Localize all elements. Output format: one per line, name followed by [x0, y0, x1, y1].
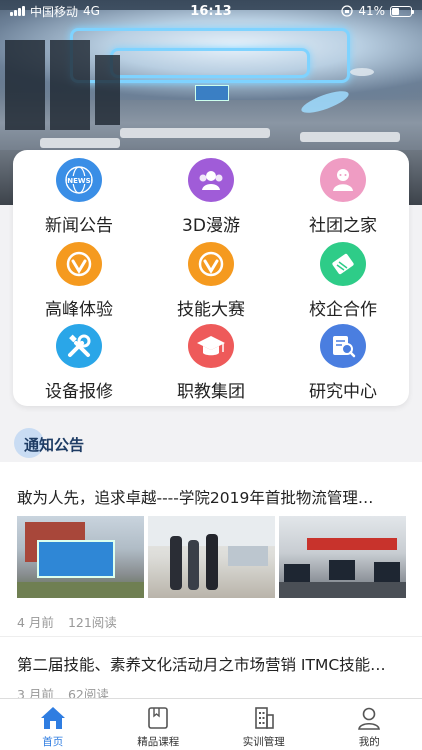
grid-item-6[interactable]: 校企合作: [277, 242, 409, 320]
grid-item-7[interactable]: 设备报修: [13, 324, 145, 402]
tab-label: 精品课程: [137, 736, 180, 748]
tab-courses[interactable]: 精品课程: [106, 699, 212, 750]
news-thumbnail[interactable]: [148, 516, 275, 598]
tab-label: 我的: [358, 736, 380, 748]
tab-bar: 首页 精品课程 实训管理 我的: [0, 698, 422, 750]
function-grid: NEWS 新闻公告 3D漫游 社团之家高峰体验 技能大赛 校企合作设备报修 职教集团 研究中心: [13, 150, 409, 406]
grid-item-label: 技能大赛: [177, 300, 245, 320]
tab-profile[interactable]: 我的: [317, 699, 422, 750]
grid-item-2[interactable]: 3D漫游: [145, 158, 277, 236]
grid-item-label: 职教集团: [177, 382, 245, 402]
status-bar: 中国移动 4G 16:13 41%: [0, 0, 422, 22]
news-meta: 3 月前 62阅读: [17, 684, 109, 698]
network-type: 4G: [83, 4, 100, 18]
grid-item-label: 社团之家: [309, 216, 377, 236]
news-thumbnail[interactable]: [279, 516, 406, 598]
contest-icon: [188, 242, 234, 286]
news-title[interactable]: 敢为人先，追求卓越----学院2019年首批物流管理…: [17, 486, 407, 508]
grid-item-label: 3D漫游: [182, 216, 240, 236]
news-read-count: 62阅读: [67, 687, 109, 698]
news-icon: NEWS: [56, 158, 102, 202]
carrier-name: 中国移动: [30, 4, 79, 19]
news-title[interactable]: 第二届技能、素养文化活动月之市场营销 ITMC技能…: [17, 653, 407, 675]
grid-item-9[interactable]: 研究中心: [277, 324, 409, 402]
news-thumbnail[interactable]: [17, 516, 144, 598]
news-time: 3 月前: [17, 687, 54, 698]
grid-item-label: 高峰体验: [45, 300, 113, 320]
news-meta: 4 月前 121阅读: [17, 612, 117, 631]
tab-home[interactable]: 首页: [0, 699, 106, 750]
home-icon: [40, 705, 66, 731]
svg-text:NEWS: NEWS: [67, 177, 90, 185]
tools-icon: [56, 324, 102, 368]
news-time: 4 月前: [17, 615, 54, 630]
people-icon: [188, 158, 234, 202]
handshake-icon: [320, 242, 366, 286]
grid-item-3[interactable]: 社团之家: [277, 158, 409, 236]
tab-training[interactable]: 实训管理: [211, 699, 317, 750]
rotation-lock-icon: [341, 5, 353, 17]
grid-item-4[interactable]: 高峰体验: [13, 242, 145, 320]
grid-item-label: 设备报修: [45, 382, 113, 402]
club-icon: [320, 158, 366, 202]
grid-item-label: 研究中心: [309, 382, 377, 402]
grid-item-1[interactable]: NEWS 新闻公告: [13, 158, 145, 236]
news-read-count: 121阅读: [67, 615, 117, 630]
building-icon: [251, 705, 277, 731]
divider: [0, 636, 422, 637]
signal-icon: [10, 6, 25, 16]
news-list: 敢为人先，追求卓越----学院2019年首批物流管理… 4 月前 121阅读 第: [0, 462, 422, 698]
grid-item-5[interactable]: 技能大赛: [145, 242, 277, 320]
tab-label: 实训管理: [242, 736, 285, 748]
battery-icon: [390, 5, 414, 17]
book-icon: [145, 705, 171, 731]
grid-item-8[interactable]: 职教集团: [145, 324, 277, 402]
battery-percent: 41%: [358, 4, 385, 18]
research-icon: [320, 324, 366, 368]
graduation-cap-icon: [188, 324, 234, 368]
grid-item-label: 校企合作: [309, 300, 377, 320]
user-icon: [356, 705, 382, 731]
summit-icon: [56, 242, 102, 286]
tab-label: 首页: [42, 736, 64, 748]
section-title: 通知公告: [24, 435, 85, 454]
section-header: 通知公告: [14, 428, 84, 460]
grid-item-label: 新闻公告: [45, 216, 113, 236]
status-time: 16:13: [190, 3, 232, 19]
